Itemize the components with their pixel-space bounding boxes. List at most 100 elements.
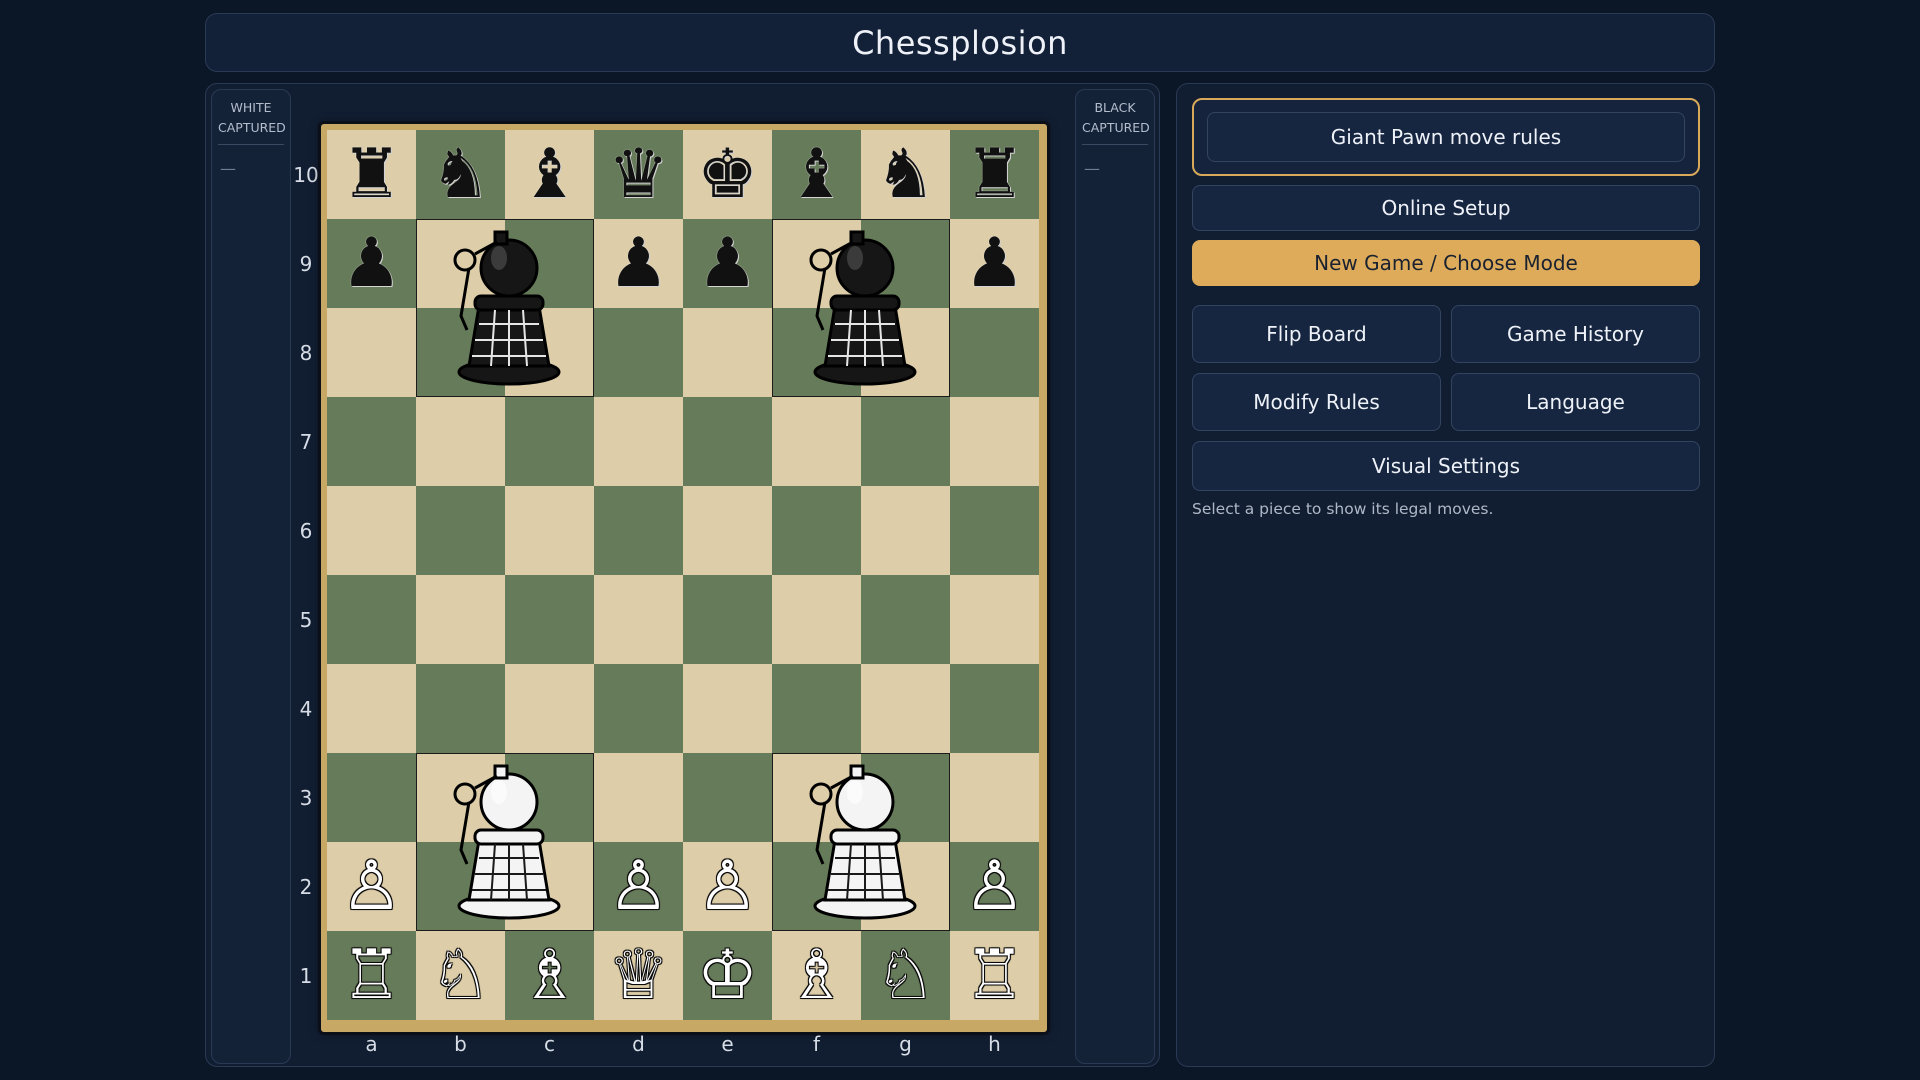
new-game-button[interactable]: New Game / Choose Mode <box>1192 240 1700 286</box>
modify-rules-button[interactable]: Modify Rules <box>1192 373 1441 431</box>
square-a5[interactable] <box>327 575 416 664</box>
square-h6[interactable] <box>950 486 1039 575</box>
white-knight-icon[interactable]: ♘ <box>861 931 950 1020</box>
giant-pawn-rules-box: Giant Pawn move rules <box>1192 98 1700 176</box>
file-label-f: f <box>812 1032 821 1056</box>
square-f7[interactable] <box>772 397 861 486</box>
white-bishop-icon[interactable]: ♗ <box>505 931 594 1020</box>
square-b6[interactable] <box>416 486 505 575</box>
white-rook-icon[interactable]: ♖ <box>950 931 1039 1020</box>
square-g6[interactable] <box>861 486 950 575</box>
black-captured-panel: BLACK CAPTURED — <box>1075 89 1155 1064</box>
rank-label-3: 3 <box>299 785 313 810</box>
rank-label-5: 5 <box>299 607 313 632</box>
white-queen-icon[interactable]: ♕ <box>594 931 683 1020</box>
square-f4[interactable] <box>772 664 861 753</box>
visual-settings-button[interactable]: Visual Settings <box>1192 441 1700 491</box>
square-f5[interactable] <box>772 575 861 664</box>
white-knight-icon[interactable]: ♘ <box>416 931 505 1020</box>
white-giant-grenade-pawn-icon[interactable] <box>772 753 950 931</box>
white-captured-list: — <box>220 159 236 178</box>
rank-label-9: 9 <box>299 251 313 276</box>
square-c7[interactable] <box>505 397 594 486</box>
white-pawn-icon[interactable]: ♙ <box>594 842 683 931</box>
black-giant-grenade-pawn-icon[interactable] <box>772 219 950 397</box>
language-button[interactable]: Language <box>1451 373 1700 431</box>
square-b7[interactable] <box>416 397 505 486</box>
side-panel: Giant Pawn move rules Online Setup New G… <box>1176 83 1715 1067</box>
black-captured-list: — <box>1084 159 1100 178</box>
square-c6[interactable] <box>505 486 594 575</box>
square-e6[interactable] <box>683 486 772 575</box>
flip-board-button[interactable]: Flip Board <box>1192 305 1441 363</box>
square-a8[interactable] <box>327 308 416 397</box>
file-label-a: a <box>365 1032 378 1056</box>
white-pawn-icon[interactable]: ♙ <box>950 842 1039 931</box>
chess-board[interactable]: ♜ ♞ ♝ ♛ ♚ ♝ ♞ ♜ ♟ ♟ ♟ ♟ ♙ ♙ ♙ ♙ ♖ ♘ ♗ ♕ ♔ ♗ ♘ ♖ <box>327 130 1039 1020</box>
square-e5[interactable] <box>683 575 772 664</box>
black-pawn-icon[interactable]: ♟ <box>327 219 416 308</box>
black-pawn-icon[interactable]: ♟ <box>950 219 1039 308</box>
hint-text: Select a piece to show its legal moves. <box>1192 500 1494 518</box>
square-a7[interactable] <box>327 397 416 486</box>
black-knight-icon[interactable]: ♞ <box>861 130 950 219</box>
square-h7[interactable] <box>950 397 1039 486</box>
square-b4[interactable] <box>416 664 505 753</box>
file-label-b: b <box>454 1032 467 1056</box>
square-h5[interactable] <box>950 575 1039 664</box>
online-setup-button[interactable]: Online Setup <box>1192 185 1700 231</box>
square-d5[interactable] <box>594 575 683 664</box>
black-king-icon[interactable]: ♚ <box>683 130 772 219</box>
file-label-h: h <box>988 1032 1001 1056</box>
file-label-g: g <box>899 1032 912 1056</box>
square-g7[interactable] <box>861 397 950 486</box>
rank-label-8: 8 <box>299 340 313 365</box>
square-e8[interactable] <box>683 308 772 397</box>
black-pawn-icon[interactable]: ♟ <box>594 219 683 308</box>
square-e3[interactable] <box>683 753 772 842</box>
square-d7[interactable] <box>594 397 683 486</box>
square-f6[interactable] <box>772 486 861 575</box>
square-g4[interactable] <box>861 664 950 753</box>
square-h4[interactable] <box>950 664 1039 753</box>
black-rook-icon[interactable]: ♜ <box>950 130 1039 219</box>
square-d3[interactable] <box>594 753 683 842</box>
white-bishop-icon[interactable]: ♗ <box>772 931 861 1020</box>
black-pawn-icon[interactable]: ♟ <box>683 219 772 308</box>
white-rook-icon[interactable]: ♖ <box>327 931 416 1020</box>
square-a6[interactable] <box>327 486 416 575</box>
file-label-c: c <box>544 1032 555 1056</box>
square-a3[interactable] <box>327 753 416 842</box>
game-history-button[interactable]: Game History <box>1451 305 1700 363</box>
white-pawn-icon[interactable]: ♙ <box>683 842 772 931</box>
app-title: Chessplosion <box>852 23 1068 62</box>
square-c4[interactable] <box>505 664 594 753</box>
giant-pawn-rules-button[interactable]: Giant Pawn move rules <box>1207 112 1685 162</box>
square-h3[interactable] <box>950 753 1039 842</box>
rank-label-2: 2 <box>299 874 313 899</box>
black-bishop-icon[interactable]: ♝ <box>772 130 861 219</box>
black-queen-icon[interactable]: ♛ <box>594 130 683 219</box>
square-d8[interactable] <box>594 308 683 397</box>
game-panel: WHITE CAPTURED — 10 9 8 7 6 5 4 3 2 1 ♜ ♞ ♝ ♛ ♚ ♝ ♞ ♜ ♟ ♟ ♟… <box>205 83 1160 1067</box>
black-giant-grenade-pawn-icon[interactable] <box>416 219 594 397</box>
square-c5[interactable] <box>505 575 594 664</box>
app-header: Chessplosion <box>205 13 1715 72</box>
rank-label-1: 1 <box>299 963 313 988</box>
white-pawn-icon[interactable]: ♙ <box>327 842 416 931</box>
square-b5[interactable] <box>416 575 505 664</box>
square-e4[interactable] <box>683 664 772 753</box>
rank-label-7: 7 <box>299 429 313 454</box>
rank-label-6: 6 <box>299 518 313 543</box>
square-a4[interactable] <box>327 664 416 753</box>
square-d6[interactable] <box>594 486 683 575</box>
black-bishop-icon[interactable]: ♝ <box>505 130 594 219</box>
square-g5[interactable] <box>861 575 950 664</box>
square-h8[interactable] <box>950 308 1039 397</box>
black-knight-icon[interactable]: ♞ <box>416 130 505 219</box>
black-rook-icon[interactable]: ♜ <box>327 130 416 219</box>
white-king-icon[interactable]: ♔ <box>683 931 772 1020</box>
square-e7[interactable] <box>683 397 772 486</box>
square-d4[interactable] <box>594 664 683 753</box>
white-giant-grenade-pawn-icon[interactable] <box>416 753 594 931</box>
